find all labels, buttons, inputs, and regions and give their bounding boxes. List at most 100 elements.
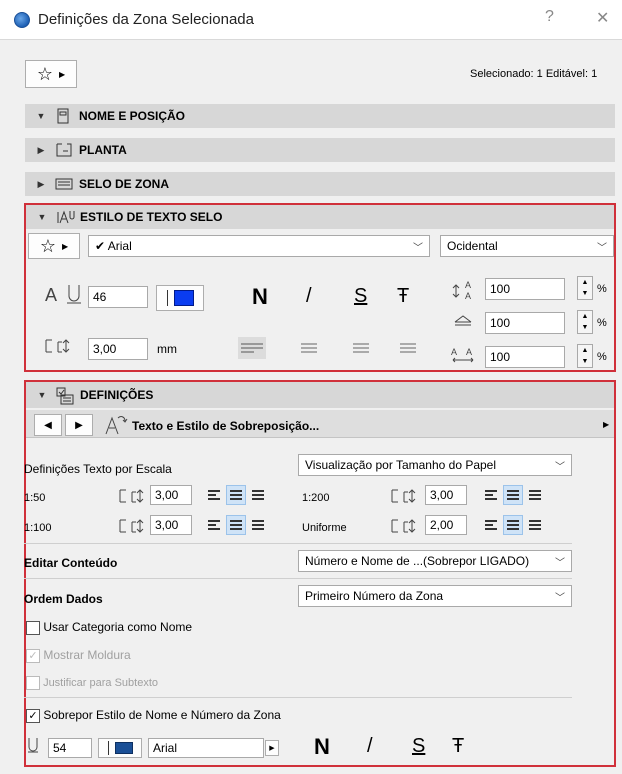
- align-right-button[interactable]: [350, 337, 372, 359]
- caret-right-icon: ▶: [58, 69, 66, 79]
- panel-name-position[interactable]: ▼ NOME E POSIÇÃO: [25, 104, 615, 128]
- align-justify-button[interactable]: [397, 337, 419, 359]
- width-factor-spinner[interactable]: ▲ ▼: [577, 276, 593, 300]
- override-style-checkbox[interactable]: ✓ Sobrepor Estilo de Nome e Número da Zo…: [26, 708, 281, 723]
- scale-height-input[interactable]: 3,00: [425, 485, 467, 505]
- align-center-button[interactable]: [503, 485, 523, 505]
- line-spacing-input[interactable]: 3,00: [88, 338, 148, 360]
- text-size-input[interactable]: 46: [88, 286, 148, 308]
- strikethrough-button[interactable]: Ŧ: [452, 735, 464, 758]
- width-factor-icon: AA: [452, 279, 478, 304]
- align-center-button[interactable]: [226, 515, 246, 535]
- data-order-value: Primeiro Número da Zona: [305, 589, 444, 603]
- panel-text-style-header[interactable]: ▼ ESTILO DE TEXTO SELO: [26, 205, 614, 229]
- override-color-button[interactable]: [98, 738, 142, 758]
- use-category-checkbox[interactable]: Usar Categoria como Nome: [26, 620, 192, 635]
- width-factor-input[interactable]: 100: [485, 278, 565, 300]
- checkbox-label: Sobrepor Estilo de Nome e Número da Zona: [43, 708, 281, 722]
- caret-right-icon[interactable]: ▶: [603, 420, 609, 429]
- italic-button[interactable]: /: [306, 285, 312, 308]
- justify-subtext-checkbox[interactable]: Justificar para Subtexto: [26, 676, 158, 690]
- scale-label: Uniforme: [302, 522, 347, 534]
- align-right-button[interactable]: [526, 486, 544, 504]
- scale-label: 1:200: [302, 492, 330, 504]
- panel-label: NOME E POSIÇÃO: [79, 109, 186, 123]
- kerning-spinner[interactable]: ▲ ▼: [577, 344, 593, 368]
- panel-label: ESTILO DE TEXTO SELO: [80, 210, 223, 224]
- script-select[interactable]: Ocidental ﹀: [440, 235, 614, 257]
- checkbox-box[interactable]: [26, 620, 40, 635]
- show-frame-checkbox[interactable]: ✓ Mostrar Moldura: [26, 648, 131, 663]
- stamp-icon: [55, 176, 73, 192]
- scale-label: 1:100: [24, 522, 52, 534]
- next-page-button[interactable]: ▶: [65, 414, 93, 436]
- text-height-icon: [118, 487, 148, 508]
- edit-content-select[interactable]: Número e Nome de ...(Sobrepor LIGADO) ﹀: [298, 550, 572, 572]
- data-order-select[interactable]: Primeiro Número da Zona ﹀: [298, 585, 572, 607]
- scale-settings-label: Definições Texto por Escala: [24, 462, 172, 476]
- align-center-button[interactable]: [503, 515, 523, 535]
- pen-size-icon: [27, 736, 39, 757]
- settings-page-title[interactable]: Texto e Estilo de Sobreposição...: [132, 419, 319, 433]
- strikethrough-button[interactable]: Ŧ: [397, 285, 409, 308]
- scale-height-input[interactable]: 2,00: [425, 515, 467, 535]
- underline-button[interactable]: S: [412, 735, 425, 758]
- align-left-button[interactable]: [205, 486, 223, 504]
- align-left-button[interactable]: [482, 486, 500, 504]
- checkbox-box[interactable]: [26, 676, 40, 690]
- settings-icon: [56, 387, 74, 405]
- text-color-button[interactable]: [156, 285, 204, 311]
- scale-align-group: [482, 485, 544, 505]
- bold-button[interactable]: N: [314, 734, 330, 760]
- override-font-input[interactable]: Arial: [148, 738, 264, 758]
- text-height-icon: [390, 487, 420, 508]
- favorites-button[interactable]: ☆ ▶: [28, 233, 80, 259]
- align-right-button[interactable]: [249, 516, 267, 534]
- italic-button[interactable]: /: [367, 735, 373, 758]
- align-left-button[interactable]: [205, 516, 223, 534]
- align-center-button[interactable]: [226, 485, 246, 505]
- scale-align-group: [205, 515, 267, 535]
- selection-info: Selecionado: 1 Editável: 1: [470, 68, 598, 80]
- panel-plan[interactable]: ▶ PLANTA: [25, 138, 615, 162]
- align-right-button[interactable]: [249, 486, 267, 504]
- app-logo-icon: [14, 12, 30, 28]
- scale-align-group: [205, 485, 267, 505]
- kerning-input[interactable]: 100: [485, 346, 565, 368]
- chevron-down-icon: ﹀: [597, 242, 607, 254]
- percent-label: %: [597, 283, 607, 295]
- font-select[interactable]: ✔ Arial ﹀: [88, 235, 430, 257]
- font-value: Arial: [107, 239, 132, 253]
- panel-zone-stamp[interactable]: ▶ SELO DE ZONA: [25, 172, 615, 196]
- chevron-down-icon: ﹀: [555, 557, 565, 569]
- color-divider: [107, 741, 109, 755]
- underline-button[interactable]: S: [354, 285, 367, 308]
- override-size-input[interactable]: 54: [48, 738, 92, 758]
- arrow-right-icon: ▶: [75, 419, 83, 431]
- align-left-button[interactable]: [238, 337, 266, 359]
- panel-settings-header[interactable]: ▼ DEFINIÇÕES: [26, 382, 614, 408]
- font-menu-button[interactable]: ▶: [265, 740, 279, 756]
- divider: [24, 543, 572, 544]
- checkbox-box[interactable]: ✓: [26, 708, 40, 723]
- char-spacing-spinner[interactable]: ▲ ▼: [577, 310, 593, 334]
- prev-page-button[interactable]: ◀: [34, 414, 62, 436]
- align-right-button[interactable]: [526, 516, 544, 534]
- help-button[interactable]: ?: [545, 8, 554, 26]
- align-center-button[interactable]: [298, 337, 320, 359]
- checkbox-label: Mostrar Moldura: [43, 648, 131, 662]
- script-value: Ocidental: [447, 239, 498, 253]
- caret-right-icon: ▶: [269, 745, 275, 752]
- checkbox-box[interactable]: ✓: [26, 648, 40, 663]
- align-left-button[interactable]: [482, 516, 500, 534]
- svg-text:A: A: [451, 347, 457, 357]
- scale-height-input[interactable]: 3,00: [150, 515, 192, 535]
- checkbox-label: Justificar para Subtexto: [43, 676, 159, 689]
- char-spacing-input[interactable]: 100: [485, 312, 565, 334]
- caret-right-icon: ▶: [61, 241, 69, 251]
- scale-height-input[interactable]: 3,00: [150, 485, 192, 505]
- favorites-button[interactable]: ☆ ▶: [25, 60, 77, 88]
- close-button[interactable]: ✕: [596, 8, 609, 28]
- bold-button[interactable]: N: [252, 284, 268, 310]
- scale-mode-select[interactable]: Visualização por Tamanho do Papel ﹀: [298, 454, 572, 476]
